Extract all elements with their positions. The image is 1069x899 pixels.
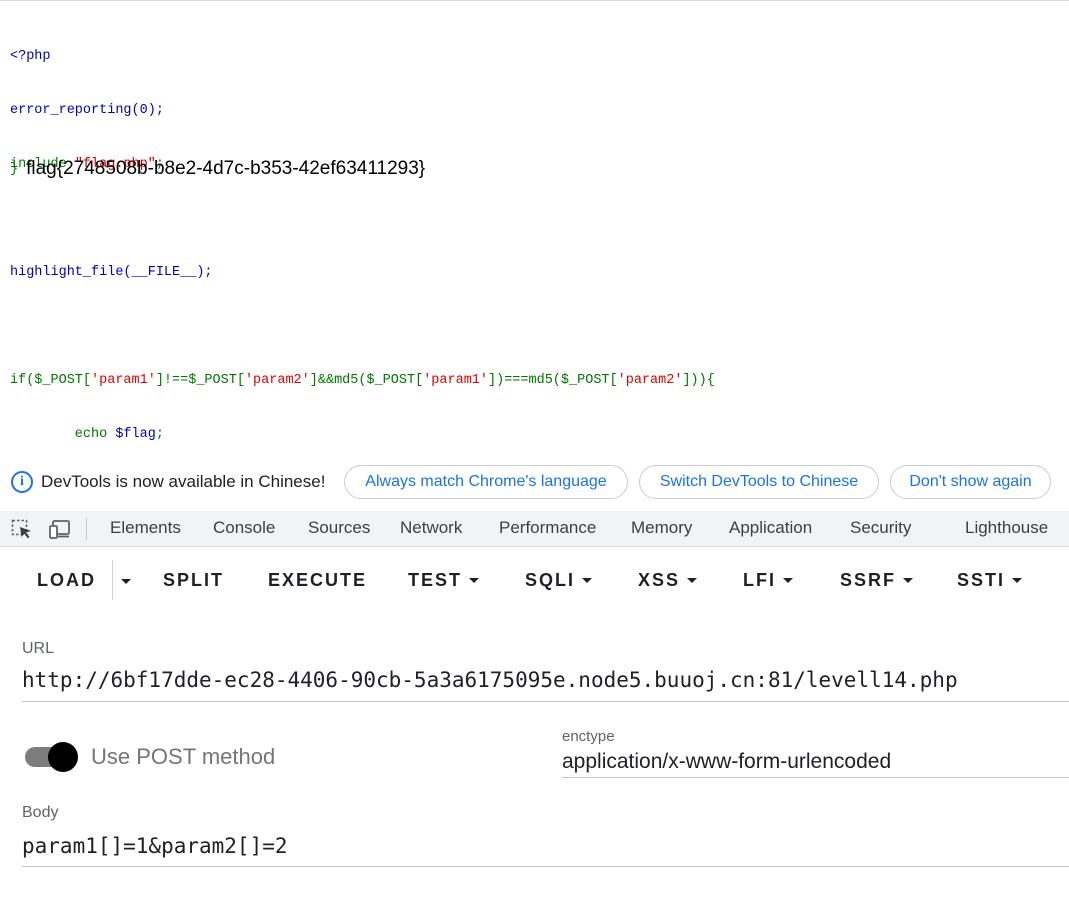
if-part-g: ])===md5($_POST[: [488, 373, 618, 388]
device-toolbar-icon[interactable]: [49, 519, 71, 539]
code-line-2: error_reporting(0);: [10, 102, 715, 120]
load-button[interactable]: LOAD: [37, 570, 96, 591]
lfi-label: LFI: [743, 570, 776, 590]
ssrf-label: SSRF: [840, 570, 897, 590]
tab-performance[interactable]: Performance: [499, 518, 596, 538]
test-label: TEST: [408, 570, 463, 590]
if-string-param1: 'param1': [91, 373, 156, 388]
highlight-file-call: highlight_file(__FILE__);: [10, 265, 213, 280]
load-label: LOAD: [37, 570, 96, 590]
ssrf-menu-button[interactable]: SSRF: [840, 570, 914, 591]
split-label: SPLIT: [163, 570, 225, 590]
info-icon: i: [11, 471, 33, 493]
devtools-language-infobar: i DevTools is now available in Chinese! …: [0, 461, 1069, 503]
chevron-down-icon: [903, 578, 914, 583]
echo-semicolon: ;: [155, 427, 164, 442]
chevron-down-icon: [582, 578, 593, 583]
php-open-tag: <?php: [10, 49, 51, 64]
post-method-label: Use POST method: [91, 744, 276, 769]
url-label: URL: [22, 640, 55, 657]
tab-network[interactable]: Network: [400, 518, 462, 538]
tab-console[interactable]: Console: [213, 518, 275, 538]
url-input-underline: [22, 701, 1069, 702]
tab-lighthouse[interactable]: Lighthouse: [965, 518, 1048, 538]
tab-strip-divider: [86, 518, 87, 540]
if-part-i: ])){: [682, 373, 715, 388]
enctype-select[interactable]: application/x-www-form-urlencoded: [562, 750, 891, 774]
xss-menu-button[interactable]: XSS: [638, 570, 698, 591]
chevron-down-icon: [783, 578, 793, 583]
body-input[interactable]: param1[]=1&param2[]=2: [22, 834, 288, 858]
tab-security[interactable]: Security: [850, 518, 911, 538]
tab-memory[interactable]: Memory: [631, 518, 692, 538]
execute-button[interactable]: EXECUTE: [268, 570, 367, 591]
load-divider: [112, 560, 113, 600]
flag-variable: $flag: [115, 427, 156, 442]
switch-to-chinese-button[interactable]: Switch DevTools to Chinese: [639, 465, 879, 499]
infobar-message: DevTools is now available in Chinese!: [41, 472, 326, 491]
inspect-element-icon[interactable]: [11, 519, 33, 539]
tab-elements[interactable]: Elements: [110, 518, 181, 538]
closing-brace: }: [10, 161, 19, 177]
flag-output: flag{2748508b-b8e2-4d7c-b353-42ef6341129…: [26, 158, 426, 179]
chevron-down-icon: [1012, 578, 1023, 583]
lfi-menu-button[interactable]: LFI: [743, 570, 793, 591]
body-input-underline: [22, 866, 1069, 867]
test-menu-button[interactable]: TEST: [408, 570, 480, 591]
code-line-5: highlight_file(__FILE__);: [10, 264, 715, 282]
code-line-1: <?php: [10, 48, 715, 66]
dont-show-again-button[interactable]: Don't show again: [890, 465, 1051, 499]
tab-application[interactable]: Application: [729, 518, 812, 538]
tab-sources[interactable]: Sources: [308, 518, 370, 538]
ssti-label: SSTI: [957, 570, 1006, 590]
always-match-language-button[interactable]: Always match Chrome's language: [344, 465, 628, 499]
echo-keyword: echo: [10, 427, 116, 442]
if-string-param1-b: 'param1': [423, 373, 488, 388]
hackbar-toolbar: LOAD SPLIT EXECUTE TEST SQLI XSS LFI SSR…: [0, 548, 1069, 614]
xss-label: XSS: [638, 570, 681, 590]
execute-label: EXECUTE: [268, 570, 368, 590]
chevron-down-icon: [121, 579, 131, 584]
if-string-param2-b: 'param2': [617, 373, 683, 388]
if-part-c: ]!==$_POST[: [155, 373, 245, 388]
chevron-down-icon: [687, 578, 698, 583]
enctype-underline: [562, 777, 1069, 778]
code-line-8: echo $flag;: [10, 426, 715, 444]
chevron-down-icon: [469, 578, 480, 583]
code-line-7: if($_POST['param1']!==$_POST['param2']&&…: [10, 372, 715, 390]
ssti-menu-button[interactable]: SSTI: [957, 570, 1023, 591]
url-input[interactable]: http://6bf17dde-ec28-4406-90cb-5a3a61750…: [22, 668, 958, 692]
split-button[interactable]: SPLIT: [163, 570, 224, 591]
enctype-label: enctype: [562, 728, 615, 745]
sqli-menu-button[interactable]: SQLI: [525, 570, 593, 591]
load-menu-button[interactable]: [117, 579, 131, 584]
php-source-listing: <?php error_reporting(0); include "flag.…: [10, 12, 715, 462]
error-reporting-call: error_reporting(0);: [10, 103, 164, 118]
body-label: Body: [22, 804, 59, 821]
devtools-tab-strip: Elements Console Sources Network Perform…: [0, 511, 1069, 547]
post-method-toggle-knob[interactable]: [48, 742, 78, 772]
if-part-a: if($_POST[: [10, 373, 92, 388]
sqli-label: SQLI: [525, 570, 576, 590]
if-part-e: ]&&md5($_POST[: [309, 373, 424, 388]
page-top-border: [0, 0, 1069, 1]
flag-output-line: } flag{2748508b-b8e2-4d7c-b353-42ef634112…: [10, 157, 425, 181]
if-string-param2: 'param2': [244, 373, 310, 388]
